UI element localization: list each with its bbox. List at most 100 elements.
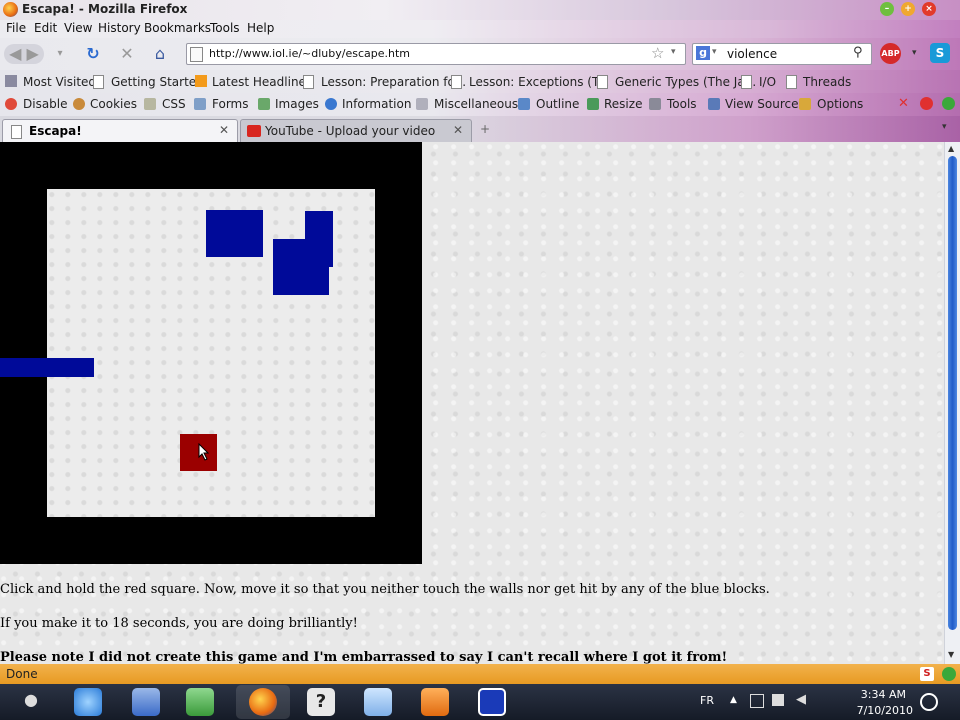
bookmark-latest-headlines[interactable]: Latest Headlines <box>212 75 312 89</box>
url-bar[interactable]: http://www.iol.ie/~dluby/escape.htm ☆ ▾ <box>186 43 686 65</box>
language-indicator[interactable]: FR <box>700 694 714 707</box>
search-box[interactable]: g ▾ violence ⚲ <box>692 43 872 65</box>
tab-bar: Escapa! ✕ YouTube - Upload your video ✕ … <box>0 116 960 143</box>
tab-label: YouTube - Upload your video <box>265 124 436 138</box>
youtube-icon <box>247 125 261 137</box>
scroll-down-icon[interactable]: ▼ <box>948 650 954 659</box>
miscellaneous-icon <box>416 98 428 110</box>
firefox-taskbar-icon[interactable] <box>249 688 277 716</box>
clock-icon[interactable] <box>920 693 938 711</box>
devbar-forms[interactable]: Forms <box>212 97 248 111</box>
bookmark-generic-types[interactable]: Generic Types (The Ja... <box>615 75 756 89</box>
note-text: Please note I did not create this game a… <box>0 650 728 664</box>
apple-icon[interactable]: ● <box>24 690 38 709</box>
devbar-cookies[interactable]: Cookies <box>90 97 137 111</box>
window-title: Escapa! - Mozilla Firefox <box>22 2 188 16</box>
clock-date[interactable]: 7/10/2010 <box>843 704 913 717</box>
tab-page-icon <box>11 125 22 139</box>
volume-icon[interactable]: ◀ <box>796 692 806 707</box>
devbar-images[interactable]: Images <box>275 97 319 111</box>
devbar-resize[interactable]: Resize <box>604 97 642 111</box>
status-addon-icon[interactable]: S <box>920 667 934 681</box>
blue-block <box>206 210 263 257</box>
search-icon[interactable]: ⚲ <box>853 45 863 60</box>
window-title-bar: Escapa! - Mozilla Firefox – + × <box>0 0 960 20</box>
menu-view[interactable]: View <box>64 21 92 35</box>
web-developer-toolbar: Disable Cookies CSS Forms Images Informa… <box>0 93 960 116</box>
tab-label: Escapa! <box>29 124 82 138</box>
bookmark-lesson-preparation[interactable]: Lesson: Preparation fo... <box>321 75 466 89</box>
devbar-css[interactable]: CSS <box>162 97 186 111</box>
view-source-icon <box>708 98 720 110</box>
devbar-information[interactable]: Information <box>342 97 411 111</box>
close-button[interactable]: × <box>922 2 936 16</box>
red-square[interactable] <box>180 434 217 471</box>
url-dropdown-icon[interactable]: ▾ <box>671 47 676 57</box>
minimize-button[interactable]: – <box>880 2 894 16</box>
bookmark-io[interactable]: I/O <box>759 75 776 89</box>
disable-icon <box>5 98 17 110</box>
navigation-toolbar: ◀ ▶ ▾ ↻ ✕ ⌂ http://www.iol.ie/~dluby/esc… <box>0 38 960 70</box>
options-icon <box>799 98 811 110</box>
error-icon[interactable]: ✕ <box>898 96 909 111</box>
status-ok-icon[interactable] <box>942 667 956 681</box>
media-player-icon[interactable] <box>421 688 449 716</box>
new-tab-icon[interactable]: + <box>480 122 490 136</box>
scroll-up-icon[interactable]: ▲ <box>948 144 954 153</box>
app-taskbar-icon[interactable] <box>478 688 506 716</box>
images-icon <box>258 98 270 110</box>
tray-expand-icon[interactable]: ▲ <box>730 695 737 705</box>
menu-edit[interactable]: Edit <box>34 21 57 35</box>
search-engine-dropdown-icon[interactable]: ▾ <box>712 47 717 57</box>
messenger-icon[interactable] <box>186 688 214 716</box>
bookmark-getting-started[interactable]: Getting Started <box>111 75 204 89</box>
tab-close-icon[interactable]: ✕ <box>453 123 463 137</box>
search-input[interactable]: violence <box>727 47 777 61</box>
tab-youtube[interactable]: YouTube - Upload your video ✕ <box>240 119 472 143</box>
bookmark-most-visited[interactable]: Most Visited <box>23 75 96 89</box>
bookmark-page-icon <box>741 75 752 89</box>
history-dropdown-icon[interactable]: ▾ <box>50 44 70 64</box>
devbar-miscellaneous[interactable]: Miscellaneous <box>434 97 518 111</box>
virtualbox-icon[interactable] <box>364 688 392 716</box>
tray-device-icon[interactable] <box>772 694 784 706</box>
clock-time[interactable]: 3:34 AM <box>836 688 906 701</box>
skype-icon[interactable]: S <box>930 43 950 63</box>
tray-network-icon[interactable] <box>750 694 764 708</box>
menu-file[interactable]: File <box>6 21 26 35</box>
scroll-thumb[interactable] <box>948 156 957 630</box>
devbar-options[interactable]: Options <box>817 97 863 111</box>
reload-icon[interactable]: ↻ <box>82 44 104 64</box>
maximize-button[interactable]: + <box>901 2 915 16</box>
bookmark-threads[interactable]: Threads <box>803 75 851 89</box>
valid-icon[interactable] <box>942 97 955 110</box>
tab-close-icon[interactable]: ✕ <box>219 123 229 137</box>
stop-icon[interactable]: ✕ <box>116 44 138 64</box>
bookmark-lesson-exceptions[interactable]: Lesson: Exceptions (T... <box>469 75 609 89</box>
back-button[interactable]: ◀ ▶ <box>4 44 44 64</box>
taskbar: ● ? FR ▲ ◀ 3:34 AM 7/10/2010 <box>0 684 960 720</box>
google-icon[interactable]: g <box>696 46 710 60</box>
vertical-scrollbar[interactable]: ▲ ▼ <box>944 142 960 664</box>
tab-escapa[interactable]: Escapa! ✕ <box>2 119 238 143</box>
finder-icon[interactable] <box>132 688 160 716</box>
help-icon[interactable]: ? <box>307 688 335 716</box>
itunes-icon[interactable] <box>74 688 102 716</box>
rss-icon <box>195 75 207 87</box>
list-tabs-icon[interactable]: ▾ <box>942 122 947 132</box>
adblock-dropdown-icon[interactable]: ▾ <box>912 48 917 58</box>
bookmark-star-icon[interactable]: ☆ <box>651 44 664 62</box>
menu-help[interactable]: Help <box>247 21 274 35</box>
menu-bookmarks[interactable]: Bookmarks <box>144 21 211 35</box>
devbar-disable[interactable]: Disable <box>23 97 68 111</box>
menu-history[interactable]: History <box>98 21 141 35</box>
warning-icon[interactable] <box>920 97 933 110</box>
adblock-icon[interactable]: ABP <box>880 43 901 64</box>
firefox-icon <box>3 2 18 17</box>
home-icon[interactable]: ⌂ <box>148 44 172 64</box>
devbar-outline[interactable]: Outline <box>536 97 579 111</box>
bookmark-page-icon <box>93 75 104 89</box>
devbar-tools[interactable]: Tools <box>667 97 697 111</box>
devbar-view-source[interactable]: View Source <box>725 97 799 111</box>
menu-tools[interactable]: Tools <box>210 21 240 35</box>
